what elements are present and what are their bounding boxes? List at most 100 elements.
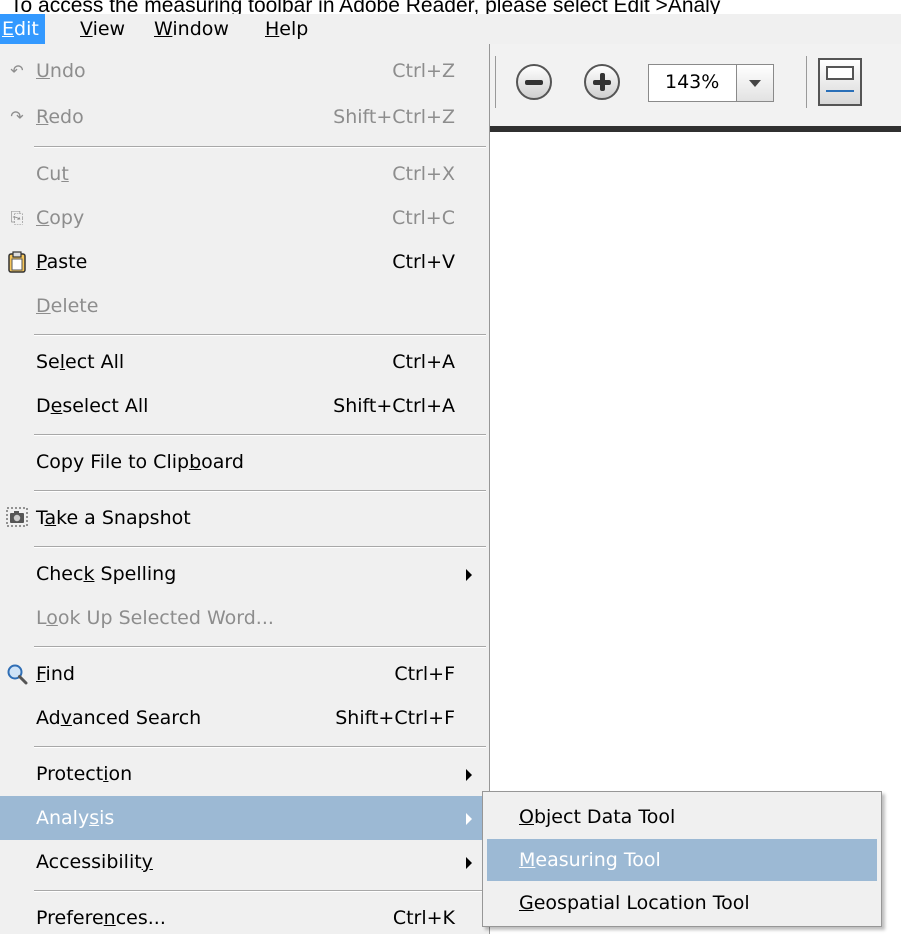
clipboard-icon xyxy=(6,251,28,273)
label-post: opy xyxy=(49,207,85,229)
menu-item-label: Preferences... xyxy=(36,896,166,940)
zoom-dropdown-button[interactable] xyxy=(736,65,773,101)
menu-separator xyxy=(34,146,486,148)
menu-item-shortcut: Ctrl+F xyxy=(394,663,455,685)
toolbar: 143% xyxy=(480,44,901,132)
label-post: aste xyxy=(46,251,88,273)
minus-icon xyxy=(525,80,543,85)
label-accel: R xyxy=(36,106,49,128)
menu-item-label: Check Spelling xyxy=(36,552,176,596)
menu-item-shortcut: Ctrl+C xyxy=(392,207,455,229)
label-pre: L xyxy=(36,607,47,629)
menubar-edit[interactable]: Edit xyxy=(0,14,45,44)
menu-item-check-spelling[interactable]: Check Spelling xyxy=(0,552,489,596)
menubar-edit-accel: E xyxy=(2,18,15,40)
menu-item-select-all[interactable]: Select All Ctrl+A xyxy=(0,340,489,384)
analysis-submenu: Object Data Tool Measuring Tool Geospati… xyxy=(482,791,882,927)
label-post: anced Search xyxy=(71,707,202,729)
label-post: oard xyxy=(201,451,244,473)
menu-item-label: Analysis xyxy=(36,796,114,840)
zoom-in-button[interactable] xyxy=(584,64,620,100)
label-accel: a xyxy=(44,507,57,529)
label-pre: Analy xyxy=(36,807,90,829)
menu-item-shortcut: Shift+Ctrl+Z xyxy=(333,106,455,128)
label-post: easuring Tool xyxy=(535,849,661,871)
menubar-window[interactable]: Window xyxy=(144,14,239,44)
label-post: Spelling xyxy=(94,563,177,585)
label-accel: U xyxy=(36,60,50,82)
menu-item-label: Find xyxy=(36,652,75,696)
menu-item-undo[interactable]: ↶ Undo Ctrl+Z xyxy=(0,49,489,93)
label-accel: o xyxy=(46,607,58,629)
menu-item-label: Protection xyxy=(36,752,132,796)
menubar-help[interactable]: Help xyxy=(255,14,318,44)
submenu-item-object-data-tool[interactable]: Object Data Tool xyxy=(487,796,877,838)
fit-width-button[interactable] xyxy=(818,58,862,106)
menu-item-copy[interactable]: ⎘ Copy Ctrl+C xyxy=(0,196,489,240)
menubar-window-accel: W xyxy=(154,18,173,40)
menu-item-label: Advanced Search xyxy=(36,696,201,740)
label-post: ect All xyxy=(65,351,125,373)
label-post: select All xyxy=(62,395,149,417)
label-post: ndo xyxy=(49,60,86,82)
label-accel: F xyxy=(36,663,46,685)
label-post: edo xyxy=(48,106,84,128)
menu-item-delete[interactable]: Delete xyxy=(0,284,489,328)
menu-item-advanced-search[interactable]: Advanced Search Shift+Ctrl+F xyxy=(0,696,489,740)
label-post: elete xyxy=(50,295,99,317)
label-pre: Chec xyxy=(36,563,84,585)
menu-item-copy-file-to-clipboard[interactable]: Copy File to Clipboard xyxy=(0,440,489,484)
menu-item-protection[interactable]: Protection xyxy=(0,752,489,796)
menubar-view[interactable]: View xyxy=(70,14,135,44)
menu-item-paste[interactable]: Paste Ctrl+V xyxy=(0,240,489,284)
label-pre: Se xyxy=(36,351,60,373)
menu-item-accessibility[interactable]: Accessibility xyxy=(0,840,489,884)
menu-item-label: Delete xyxy=(36,284,98,328)
submenu-arrow-icon xyxy=(466,813,472,825)
menu-separator xyxy=(34,490,486,492)
menubar-edit-label: dit xyxy=(14,18,39,40)
menu-item-label: Cut xyxy=(36,152,69,196)
menu-item-shortcut: Ctrl+A xyxy=(392,351,455,373)
edit-menu: ↶ Undo Ctrl+Z ↷ Redo Shift+Ctrl+Z Cut Ct… xyxy=(0,44,490,934)
menubar-help-label: elp xyxy=(279,18,309,40)
menu-item-label: Accessibility xyxy=(36,840,153,884)
submenu-item-measuring-tool[interactable]: Measuring Tool xyxy=(487,839,877,881)
submenu-item-geospatial-location-tool[interactable]: Geospatial Location Tool xyxy=(487,882,877,924)
menu-item-label: Copy File to Clipboard xyxy=(36,440,244,484)
menu-item-find[interactable]: Find Ctrl+F xyxy=(0,652,489,696)
submenu-item-label: Object Data Tool xyxy=(519,796,675,838)
label-accel: G xyxy=(519,892,534,914)
menu-item-label: Paste xyxy=(36,240,87,284)
label-accel: n xyxy=(103,907,116,929)
menu-item-label: Redo xyxy=(36,95,84,139)
label-post: ke a Snapshot xyxy=(56,507,191,529)
menu-item-look-up-selected-word[interactable]: Look Up Selected Word... xyxy=(0,596,489,640)
zoom-level-combo[interactable]: 143% xyxy=(648,64,774,102)
zoom-out-button[interactable] xyxy=(516,64,552,100)
menu-item-take-snapshot[interactable]: Take a Snapshot xyxy=(0,496,489,540)
label-accel: C xyxy=(36,207,50,229)
menu-item-label: Take a Snapshot xyxy=(36,496,191,540)
label-pre: Accessibilit xyxy=(36,851,142,873)
menu-separator xyxy=(34,546,486,548)
menu-item-shortcut: Ctrl+V xyxy=(392,251,455,273)
label-accel: s xyxy=(89,807,100,829)
copy-icon: ⎘ xyxy=(10,208,24,227)
menu-item-preferences[interactable]: Preferences... Ctrl+K xyxy=(0,896,489,940)
menu-separator xyxy=(34,646,486,648)
menu-item-shortcut: Ctrl+X xyxy=(392,163,455,185)
submenu-arrow-icon xyxy=(466,569,472,581)
label-pre: Protect xyxy=(36,763,104,785)
label-accel: O xyxy=(519,806,534,828)
label-post: bject Data Tool xyxy=(533,806,676,828)
toolbar-separator xyxy=(495,56,496,108)
undo-icon: ↶ xyxy=(10,61,24,80)
menu-item-shortcut: Shift+Ctrl+A xyxy=(333,395,455,417)
chevron-down-icon xyxy=(749,80,761,87)
menu-item-analysis[interactable]: Analysis xyxy=(0,796,489,840)
menu-item-redo[interactable]: ↷ Redo Shift+Ctrl+Z xyxy=(0,95,489,139)
menu-item-deselect-all[interactable]: Deselect All Shift+Ctrl+A xyxy=(0,384,489,428)
menu-item-cut[interactable]: Cut Ctrl+X xyxy=(0,152,489,196)
menu-item-label: Undo xyxy=(36,49,86,93)
